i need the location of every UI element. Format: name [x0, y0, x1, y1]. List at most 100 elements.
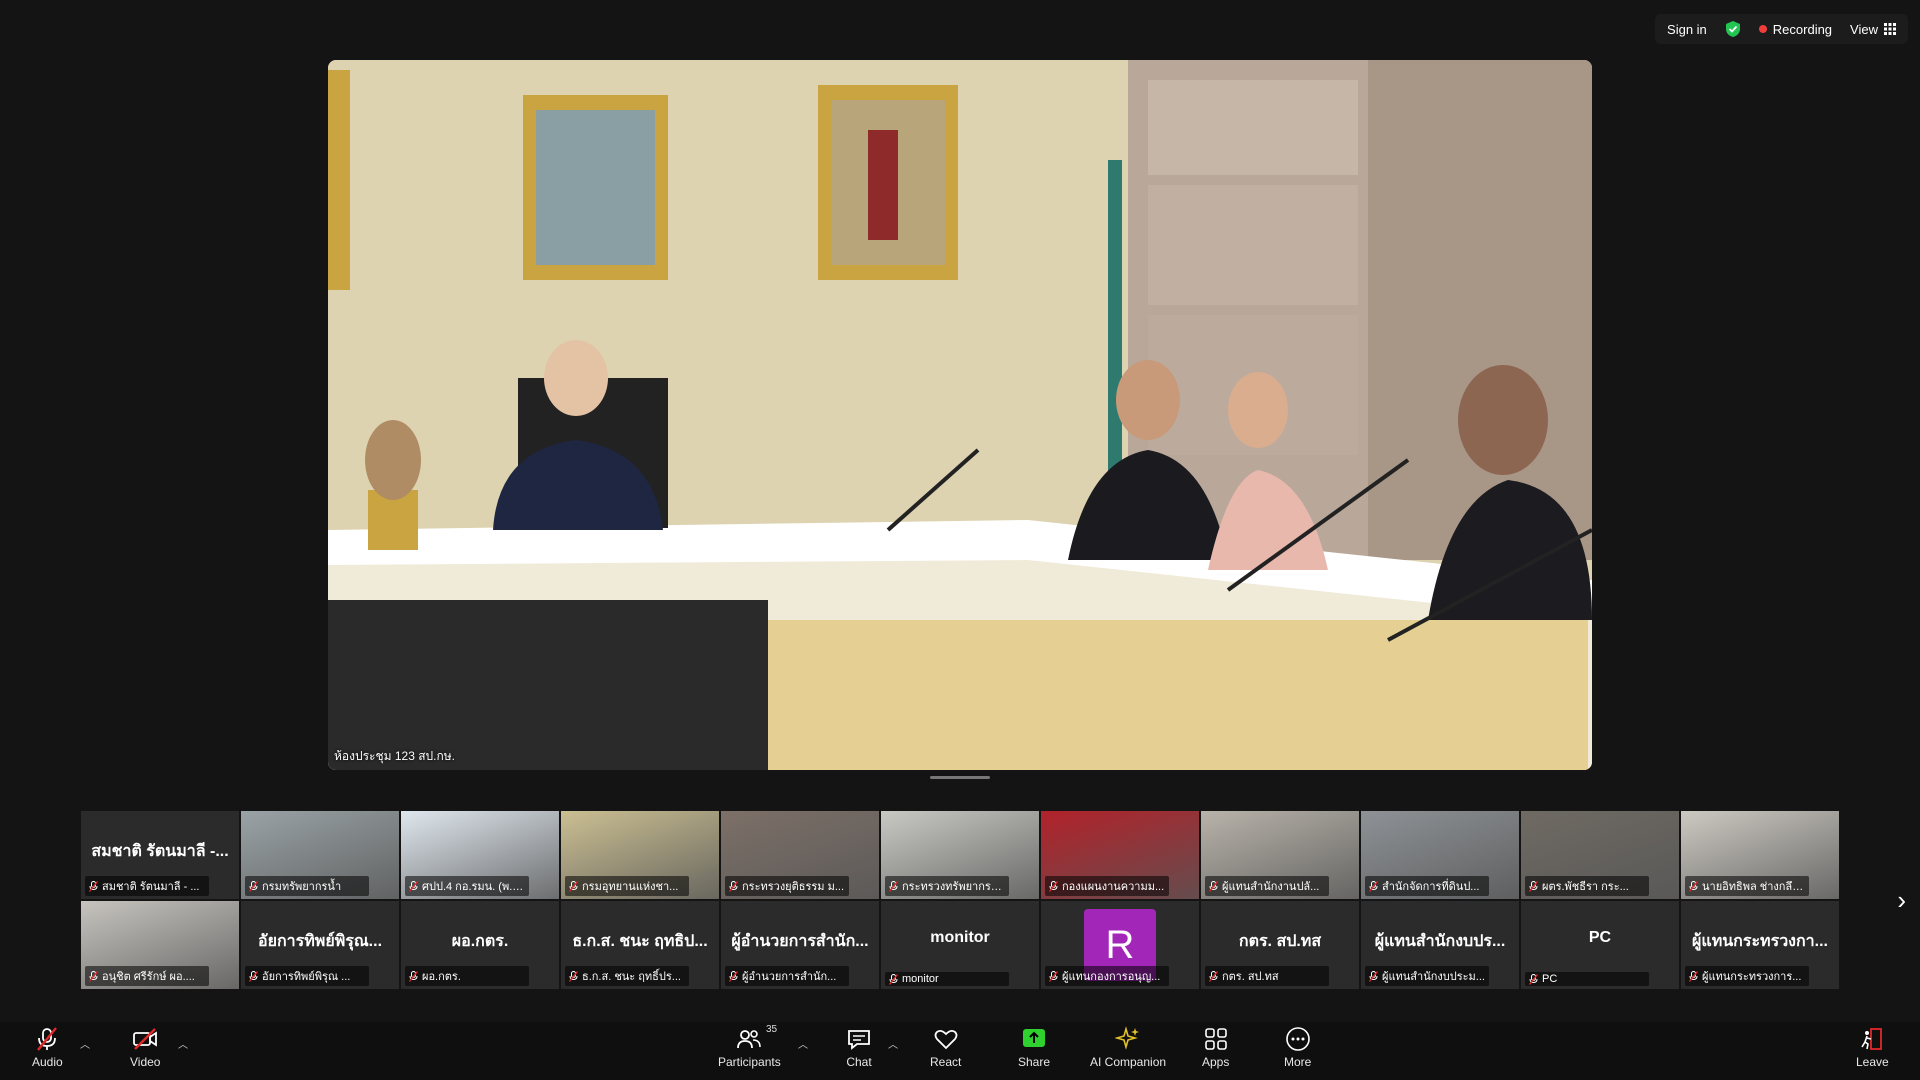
more-dots-icon: [1285, 1027, 1310, 1051]
participant-tile[interactable]: กรมอุทยานแห่งชา...: [560, 810, 720, 900]
participant-tile[interactable]: PC PC: [1520, 900, 1680, 990]
participant-tile[interactable]: monitor monitor: [880, 900, 1040, 990]
encryption-shield-icon[interactable]: [1725, 20, 1741, 38]
mic-muted-icon: [1369, 880, 1378, 892]
more-button[interactable]: More: [1284, 1026, 1311, 1069]
participant-name-tag: PC: [1525, 972, 1649, 986]
participant-tile[interactable]: ธ.ก.ส. ชนะ ฤทธิป... ธ.ก.ส. ชนะ ฤทธิ์ปร...: [560, 900, 720, 990]
video-label: Video: [130, 1055, 161, 1069]
share-button[interactable]: Share: [1018, 1026, 1050, 1069]
chat-bubble-icon: [848, 1030, 870, 1050]
chat-button[interactable]: Chat: [846, 1026, 872, 1069]
mic-muted-icon: [37, 1027, 58, 1051]
mic-muted-icon: [1209, 970, 1218, 982]
leave-label: Leave: [1856, 1055, 1889, 1069]
participant-tile[interactable]: สมชาติ รัตนมาลี -... สมชาติ รัตนมาลี - ..…: [80, 810, 240, 900]
view-label: View: [1850, 21, 1878, 37]
participant-name-tag: ผู้แทนกองการอนุญ...: [1045, 966, 1169, 986]
video-button[interactable]: Video: [130, 1026, 160, 1069]
participant-tile[interactable]: ผู้อำนวยการสำนัก... ผู้อำนวยการสำนัก...: [720, 900, 880, 990]
participant-tile[interactable]: ผู้แทนกระทรวงกา... ผู้แทนกระทรวงการ...: [1680, 900, 1840, 990]
top-bar: Sign in Recording View: [1655, 14, 1908, 44]
participant-name-tag: ศปป.4 กอ.รมน. (พ.อ.ไ...: [405, 876, 529, 896]
camera-off-icon: [133, 1028, 158, 1050]
mic-muted-icon: [1049, 970, 1058, 982]
participant-display-name: ผู้แทนกระทรวงกา...: [1692, 933, 1828, 950]
participant-name-label: ผู้อำนวยการสำนัก...: [742, 971, 837, 983]
view-button[interactable]: View: [1850, 22, 1896, 37]
participant-name-tag: อนุชิต ศรีรักษ์ ผอ....: [85, 966, 209, 986]
participant-name-tag: กระทรวงยุติธรรม ม...: [725, 876, 849, 896]
mic-muted-icon: [889, 880, 898, 892]
participant-tile[interactable]: กตร. สป.ทส กตร. สป.ทส: [1200, 900, 1360, 990]
participant-name-label: monitor: [902, 973, 939, 985]
mic-muted-icon: [89, 970, 98, 982]
ai-companion-button[interactable]: AI Companion: [1090, 1026, 1166, 1069]
mic-muted-icon: [89, 880, 98, 892]
mic-muted-icon: [729, 880, 738, 892]
main-speaker-video[interactable]: ห้องประชุม 123 สป.กษ.: [328, 60, 1592, 770]
mic-muted-icon: [569, 880, 578, 892]
apps-icon: [1204, 1028, 1227, 1050]
audio-button[interactable]: Audio: [32, 1026, 63, 1069]
participant-tile[interactable]: กระทรวงยุติธรรม ม...: [720, 810, 880, 900]
recording-dot-icon: [1758, 25, 1767, 33]
participant-name-label: ผู้แทนกองการอนุญ...: [1062, 971, 1161, 983]
participant-tile[interactable]: สำนักจัดการที่ดินป...: [1360, 810, 1520, 900]
video-options-caret-icon[interactable]: ︿: [178, 1036, 188, 1051]
participant-tile[interactable]: ผตร.พัชธีรา กระ...: [1520, 810, 1680, 900]
chat-label: Chat: [846, 1055, 872, 1069]
participant-tile[interactable]: ศปป.4 กอ.รมน. (พ.อ.ไ...: [400, 810, 560, 900]
mic-muted-icon: [409, 970, 418, 982]
participant-tile[interactable]: กระทรวงทรัพยากรธรร...: [880, 810, 1040, 900]
participant-tile[interactable]: ผอ.กตร. ผอ.กตร.: [400, 900, 560, 990]
audio-label: Audio: [32, 1055, 63, 1069]
leave-button[interactable]: Leave: [1856, 1026, 1889, 1069]
participant-tile[interactable]: นายอิทธิพล ช่างกลึงด...: [1680, 810, 1840, 900]
meeting-toolbar: Audio ︿ Video ︿ Participants 35 ︿ Chat ︿…: [0, 1022, 1920, 1080]
participant-tile[interactable]: ผู้แทนสำนักงบปร... ผู้แทนสำนักงบประม...: [1360, 900, 1520, 990]
participant-name-label: กตร. สป.ทส: [1222, 971, 1279, 983]
participant-tile[interactable]: R ผู้แทนกองการอนุญ...: [1040, 900, 1200, 990]
participant-tile[interactable]: ผู้แทนสำนักงานปลั...: [1200, 810, 1360, 900]
participant-tile[interactable]: อัยการทิพย์พิรุณ... อัยการทิพย์พิรุณ ...: [240, 900, 400, 990]
participant-name-label: นายอิทธิพล ช่างกลึงด...: [1702, 881, 1805, 893]
chat-options-caret-icon[interactable]: ︿: [888, 1036, 898, 1051]
react-button[interactable]: React: [930, 1026, 961, 1069]
mic-muted-icon: [1529, 973, 1538, 985]
recording-label: Recording: [1772, 21, 1833, 37]
participant-name-label: ผอ.กตร.: [422, 971, 461, 983]
participants-options-caret-icon[interactable]: ︿: [798, 1036, 808, 1051]
participant-display-name: monitor: [930, 929, 990, 946]
sign-in-button[interactable]: Sign in: [1667, 22, 1707, 37]
mic-muted-icon: [409, 880, 418, 892]
participant-tile[interactable]: กองแผนงานความม...: [1040, 810, 1200, 900]
audio-options-caret-icon[interactable]: ︿: [80, 1036, 90, 1051]
main-video-name-label: ห้องประชุม 123 สป.กษ.: [334, 749, 456, 763]
mic-muted-icon: [1689, 970, 1698, 982]
participant-name-label: กรมทรัพยากรน้ำ: [262, 881, 342, 893]
participant-display-name: กตร. สป.ทส: [1238, 933, 1322, 950]
participant-name-label: อัยการทิพย์พิรุณ ...: [262, 971, 351, 983]
participant-display-name: PC: [1588, 929, 1612, 946]
participant-name-label: สำนักจัดการที่ดินป...: [1382, 881, 1480, 893]
recording-indicator[interactable]: Recording: [1758, 21, 1833, 37]
participant-name-tag: ผู้อำนวยการสำนัก...: [725, 966, 849, 986]
gallery-next-arrow-icon[interactable]: ›: [1897, 885, 1906, 916]
sign-in-label: Sign in: [1667, 21, 1707, 37]
participant-name-label: PC: [1542, 973, 1558, 985]
heart-icon: [934, 1029, 958, 1050]
share-screen-icon: [1023, 1029, 1046, 1047]
resize-handle[interactable]: [930, 776, 990, 779]
sparkle-icon: [1115, 1026, 1140, 1050]
participant-tile[interactable]: อนุชิต ศรีรักษ์ ผอ....: [80, 900, 240, 990]
participant-gallery: สมชาติ รัตนมาลี -... สมชาติ รัตนมาลี - ..…: [80, 810, 1840, 990]
participants-icon: [737, 1030, 762, 1049]
participant-display-name: สมชาติ รัตนมาลี -...: [91, 843, 229, 860]
participant-name-label: กระทรวงทรัพยากรธรร...: [902, 881, 1005, 893]
participant-name-tag: อัยการทิพย์พิรุณ ...: [245, 966, 369, 986]
mic-muted-icon: [569, 970, 578, 982]
apps-button[interactable]: Apps: [1202, 1026, 1229, 1069]
participant-tile[interactable]: กรมทรัพยากรน้ำ: [240, 810, 400, 900]
participant-name-label: กรมอุทยานแห่งชา...: [582, 881, 679, 893]
